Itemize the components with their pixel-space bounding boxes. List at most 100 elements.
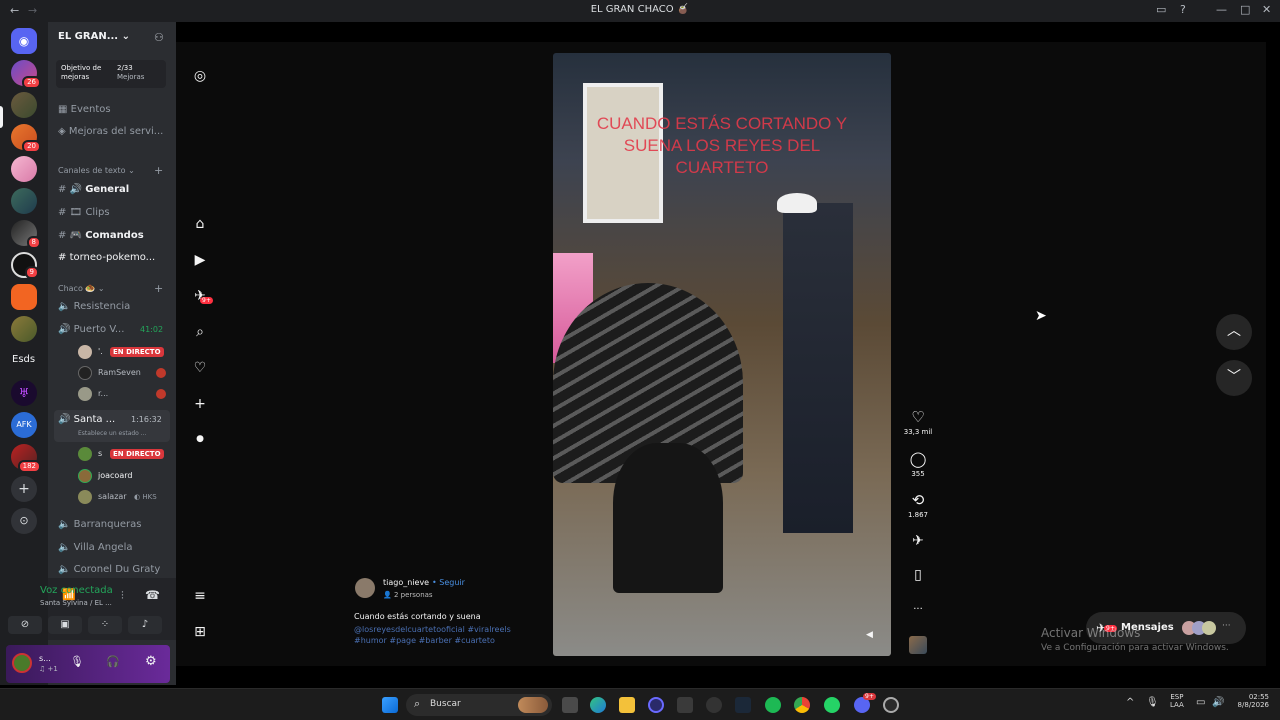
channel-comandos[interactable]: # 🎮 Comandos [58,230,144,241]
voice-user[interactable]: joacoard [98,471,132,480]
search-box[interactable]: ⌕ Buscar [406,694,552,716]
voice-user[interactable]: ꜱ [98,449,102,458]
add-channel-icon[interactable]: + [154,164,163,177]
mute-icon[interactable]: ◀ [866,630,873,640]
server-icon[interactable]: 182 [11,444,41,473]
steam-icon[interactable] [735,697,751,713]
instagram-logo-icon[interactable]: ◎ [190,68,210,84]
voice-connected-title[interactable]: Voz conectada [40,585,113,596]
more-options-icon[interactable]: ... [898,601,938,612]
server-icon[interactable]: 9 [11,252,39,279]
server-icon[interactable]: 20 [11,124,41,153]
app-icon[interactable] [706,697,722,713]
help-icon[interactable]: ? [1180,3,1186,16]
task-view-icon[interactable] [562,697,578,713]
server-icon[interactable]: 26 [11,60,41,89]
mic-icon[interactable]: 🎙 [70,655,84,668]
caption-mention[interactable]: @losreyesdelcuartetooficial [354,625,465,634]
noise-suppression-icon[interactable]: ⫶ [121,589,124,603]
channel-torneo[interactable]: # torneo-pokemo... [58,252,155,263]
explore-icon[interactable]: ⊙ [11,508,37,534]
maximize-button[interactable]: □ [1240,3,1250,16]
server-header[interactable]: EL GRAN... ⌄ [58,31,130,42]
media-player-icon[interactable] [883,697,899,713]
channel-general[interactable]: # 🔊 General [58,184,129,195]
share-icon[interactable]: ✈ [898,533,938,549]
like-icon[interactable]: ♡ [898,408,938,426]
start-icon[interactable] [382,697,398,713]
server-icon[interactable] [11,316,37,342]
reels-icon[interactable]: ▶ [190,252,210,268]
server-icon[interactable] [11,156,37,182]
voice-channel-puerto[interactable]: 🔊 Puerto V... [58,324,124,335]
store-icon[interactable] [677,697,693,713]
language-indicator[interactable]: ESP LAA [1170,693,1184,709]
volume-icon[interactable]: 🔊 [1212,697,1224,708]
whatsapp-icon[interactable] [824,697,840,713]
menu-icon[interactable]: ≡ [190,588,210,604]
comment-icon[interactable]: ◯ [898,450,938,468]
profile-avatar-icon[interactable]: ● [190,434,210,444]
disconnect-icon[interactable]: ☎ [145,588,160,602]
spotify-icon[interactable] [765,697,781,713]
events-item[interactable]: ▦ Eventos [58,104,111,115]
server-icon[interactable]: ♅ [11,380,37,406]
minimize-button[interactable]: — [1216,3,1227,16]
screen-share-button[interactable]: ▣ [48,616,82,634]
activities-button[interactable]: ⁘ [88,616,122,634]
voice-user[interactable]: '. [98,347,103,356]
server-icon[interactable] [11,188,37,214]
category-text-channels[interactable]: Canales de texto ⌄ [58,166,135,175]
settings-gear-icon[interactable]: ⚙ [145,654,157,669]
heart-icon[interactable]: ♡ [190,360,210,376]
user-avatar[interactable] [12,653,32,673]
audio-thumbnail[interactable] [909,636,927,654]
chrome-icon[interactable] [794,697,810,713]
discord-home-icon[interactable]: ◉ [11,28,37,54]
mic-tray-icon[interactable]: 🎙 [1146,697,1159,708]
add-server-icon[interactable]: + [11,476,37,502]
invite-icon[interactable]: ⚇ [154,31,164,44]
voice-channel-resistencia[interactable]: 🔈 Resistencia [58,301,130,312]
server-icon-afk[interactable]: AFK [11,412,37,438]
next-reel-button[interactable]: ﹀ [1216,360,1252,396]
voice-user[interactable]: salazar [98,492,127,501]
previous-reel-button[interactable]: ︿ [1216,314,1252,350]
voice-user[interactable]: r... [98,389,108,398]
category-chaco[interactable]: Chaco 🧆 ⌄ [58,284,105,293]
file-explorer-icon[interactable] [619,697,635,713]
edge-icon[interactable] [590,697,606,713]
reel-video[interactable]: CUANDO ESTÁS CORTANDO Y SUENA LOS REYES … [553,53,891,656]
save-icon[interactable]: ▯ [898,567,938,583]
search-icon[interactable]: ⌕ [190,324,210,340]
voice-channel-barranqueras[interactable]: 🔈 Barranqueras [58,519,141,530]
inbox-icon[interactable]: ▭ [1156,3,1166,16]
boosts-item[interactable]: ◈ Mejoras del servi... [58,126,163,137]
server-icon[interactable] [11,284,37,310]
create-icon[interactable]: + [190,396,210,412]
also-from-meta-icon[interactable]: ⊞ [190,624,210,640]
author-avatar[interactable] [355,578,375,598]
voice-channel-santa-active[interactable]: 🔊 Santa ... 1:16:32 Establece un estado … [54,410,170,442]
author-name[interactable]: tiago_nieve [383,578,429,587]
repost-icon[interactable]: ⟲ [898,491,938,509]
network-icon[interactable]: ▭ [1196,697,1205,708]
voice-channel-villa-angela[interactable]: 🔈 Villa Angela [58,542,133,553]
home-icon[interactable]: ⌂ [190,216,210,232]
boost-goal[interactable]: Objetivo de mejoras 2/33 Mejoras [56,60,166,88]
headphones-icon[interactable]: 🎧 [106,655,120,668]
server-icon-el-gran-chaco[interactable] [11,92,37,118]
channel-clips[interactable]: # 🎞 Clips [58,207,110,218]
voice-user[interactable]: RamSeven [98,368,141,377]
soundboard-button[interactable]: ♪ [128,616,162,634]
clock[interactable]: 02:55 8/8/2026 [1233,693,1269,709]
server-icon[interactable]: 8 [11,220,41,249]
server-text-icon[interactable]: Esds [12,354,35,365]
tray-overflow-icon[interactable]: ^ [1126,697,1134,708]
cortana-icon[interactable] [648,697,664,713]
add-channel-icon[interactable]: + [154,282,163,295]
voice-channel-coronel[interactable]: 🔈 Coronel Du Graty [58,564,160,575]
close-button[interactable]: ✕ [1262,3,1271,16]
camera-off-button[interactable]: ⊘ [8,616,42,634]
follow-button[interactable]: • Seguir [432,578,465,587]
